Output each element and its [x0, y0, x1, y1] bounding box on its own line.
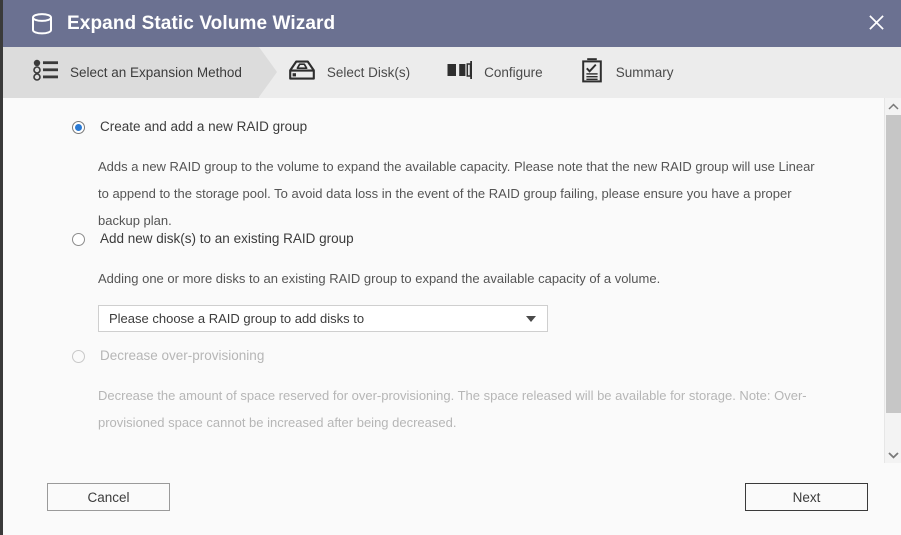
- step-select-expansion-method[interactable]: Select an Expansion Method: [33, 47, 242, 98]
- step-select-disks[interactable]: Select Disk(s): [288, 47, 410, 98]
- chevron-down-icon[interactable]: [885, 446, 901, 463]
- cancel-button[interactable]: Cancel: [47, 483, 170, 511]
- dialog-title: Expand Static Volume Wizard: [67, 12, 336, 34]
- next-button[interactable]: Next: [745, 483, 868, 511]
- radio-create-new-raid-group[interactable]: [72, 121, 85, 134]
- clipboard-check-icon: [579, 57, 605, 88]
- wizard-step-breadcrumb: Select an Expansion Method Select Disk(s…: [3, 47, 901, 98]
- option-title: Create and add a new RAID group: [100, 119, 308, 134]
- partition-bars-icon: [447, 60, 473, 85]
- option-add-disks-existing-raid-group: Add new disk(s) to an existing RAID grou…: [3, 231, 887, 332]
- step-label: Configure: [484, 65, 543, 80]
- step-summary[interactable]: Summary: [579, 47, 674, 98]
- option-title: Decrease over-provisioning: [100, 348, 265, 363]
- option-decrease-over-provisioning: Decrease over-provisioning Decrease the …: [3, 348, 887, 436]
- chevron-down-icon: [526, 315, 536, 322]
- close-icon[interactable]: [856, 0, 896, 44]
- raid-group-select-value: Please choose a RAID group to add disks …: [109, 311, 365, 326]
- dialog-footer: Cancel Next: [3, 463, 901, 535]
- content-scrollbar[interactable]: [884, 98, 901, 463]
- option-description: Decrease the amount of space reserved fo…: [98, 388, 807, 430]
- radio-decrease-over-provisioning: [72, 350, 85, 363]
- option-description: Adding one or more disks to an existing …: [98, 271, 661, 286]
- option-title: Add new disk(s) to an existing RAID grou…: [100, 231, 354, 246]
- expand-static-volume-wizard-dialog: Expand Static Volume Wizard Select an Ex…: [0, 0, 901, 535]
- expansion-method-options-panel: Create and add a new RAID group Adds a n…: [3, 98, 887, 463]
- option-create-new-raid-group: Create and add a new RAID group Adds a n…: [3, 119, 887, 234]
- volume-cylinder-icon: [29, 11, 55, 37]
- list-bullets-icon: [33, 58, 59, 87]
- dialog-titlebar: Expand Static Volume Wizard: [3, 0, 901, 47]
- step-label: Select Disk(s): [326, 65, 411, 80]
- chevron-up-icon[interactable]: [885, 98, 901, 115]
- hard-disk-icon: [288, 59, 316, 86]
- step-label: Summary: [615, 65, 674, 80]
- scrollbar-thumb[interactable]: [886, 115, 901, 413]
- radio-add-disks-existing-raid-group[interactable]: [72, 233, 85, 246]
- step-label: Select an Expansion Method: [70, 65, 242, 80]
- step-configure[interactable]: Configure: [447, 47, 543, 98]
- option-description: Adds a new RAID group to the volume to e…: [98, 159, 815, 228]
- raid-group-select[interactable]: Please choose a RAID group to add disks …: [98, 305, 548, 332]
